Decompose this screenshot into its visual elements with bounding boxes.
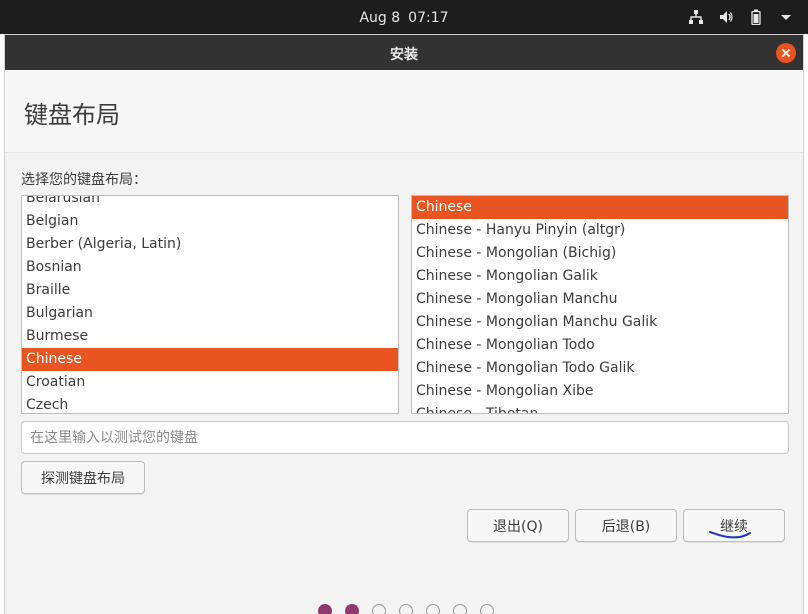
variant-list-item[interactable]: Chinese - Mongolian Manchu Galik	[412, 311, 788, 334]
layout-list-item[interactable]: Czech	[22, 394, 398, 413]
progress-dot	[372, 604, 386, 614]
variant-list-item[interactable]: Chinese - Hanyu Pinyin (altgr)	[412, 219, 788, 242]
battery-icon[interactable]	[748, 9, 764, 26]
variant-list-item[interactable]: Chinese - Tibetan	[412, 403, 788, 413]
continue-button[interactable]: 继续	[683, 509, 785, 542]
layout-list-item[interactable]: Chinese	[22, 348, 398, 371]
progress-dot	[399, 604, 413, 614]
window-title: 安装	[390, 47, 418, 63]
progress-dot	[480, 604, 494, 614]
system-tray[interactable]	[688, 9, 794, 26]
layout-list-item[interactable]: Bulgarian	[22, 302, 398, 325]
progress-dot	[426, 604, 440, 614]
keyboard-layout-panel: 选择您的键盘布局： Belarusian Belgian Berber (Alger…	[5, 152, 803, 614]
quit-button[interactable]: 退出(Q)	[467, 509, 569, 542]
variant-list-item[interactable]: Chinese - Mongolian (Bichig)	[412, 242, 788, 265]
clock-date: Aug 8	[359, 10, 401, 26]
close-button[interactable]	[776, 43, 796, 63]
layout-list-item[interactable]: Croatian	[22, 371, 398, 394]
layout-list-item[interactable]: Bosnian	[22, 256, 398, 279]
detect-layout-button[interactable]: 探测键盘布局	[21, 461, 145, 494]
clock[interactable]: Aug 8 07:17	[0, 10, 808, 26]
title-bar[interactable]: 安装	[5, 35, 803, 70]
progress-dots	[318, 604, 494, 614]
keyboard-test-input[interactable]	[21, 421, 789, 454]
variant-list-item[interactable]: Chinese	[412, 196, 788, 219]
layout-list-item[interactable]: Burmese	[22, 325, 398, 348]
system-menu-arrow-icon[interactable]	[778, 9, 794, 25]
layout-list-item[interactable]: Belarusian	[22, 196, 398, 210]
layout-list[interactable]: Belarusian Belgian Berber (Algeria, Latin)…	[21, 195, 399, 414]
variant-list-item[interactable]: Chinese - Mongolian Manchu	[412, 288, 788, 311]
top-bar: Aug 8 07:17	[0, 0, 808, 34]
variant-list-item[interactable]: Chinese - Mongolian Galik	[412, 265, 788, 288]
installer-window: 安装 键盘布局 选择您的键盘布局： Belarusian Belgian Berbe…	[4, 34, 804, 614]
variant-list-item[interactable]: Chinese - Mongolian Xibe	[412, 380, 788, 403]
page-header: 键盘布局	[5, 70, 803, 152]
layout-prompt: 选择您的键盘布局：	[21, 172, 147, 188]
layout-list-item[interactable]: Belgian	[22, 210, 398, 233]
clock-time: 07:17	[408, 10, 449, 26]
close-icon	[781, 48, 791, 58]
page-title: 键盘布局	[24, 101, 120, 129]
variant-list-item[interactable]: Chinese - Mongolian Todo Galik	[412, 357, 788, 380]
progress-dot	[318, 604, 332, 614]
back-button[interactable]: 后退(B)	[575, 509, 677, 542]
variant-list[interactable]: Chinese Chinese - Hanyu Pinyin (altgr) Chi…	[411, 195, 789, 414]
progress-dot	[345, 604, 359, 614]
progress-dot	[453, 604, 467, 614]
volume-icon[interactable]	[718, 9, 734, 25]
layout-list-item[interactable]: Berber (Algeria, Latin)	[22, 233, 398, 256]
variant-list-item[interactable]: Chinese - Mongolian Todo	[412, 334, 788, 357]
layout-list-item[interactable]: Braille	[22, 279, 398, 302]
network-icon[interactable]	[688, 9, 704, 25]
